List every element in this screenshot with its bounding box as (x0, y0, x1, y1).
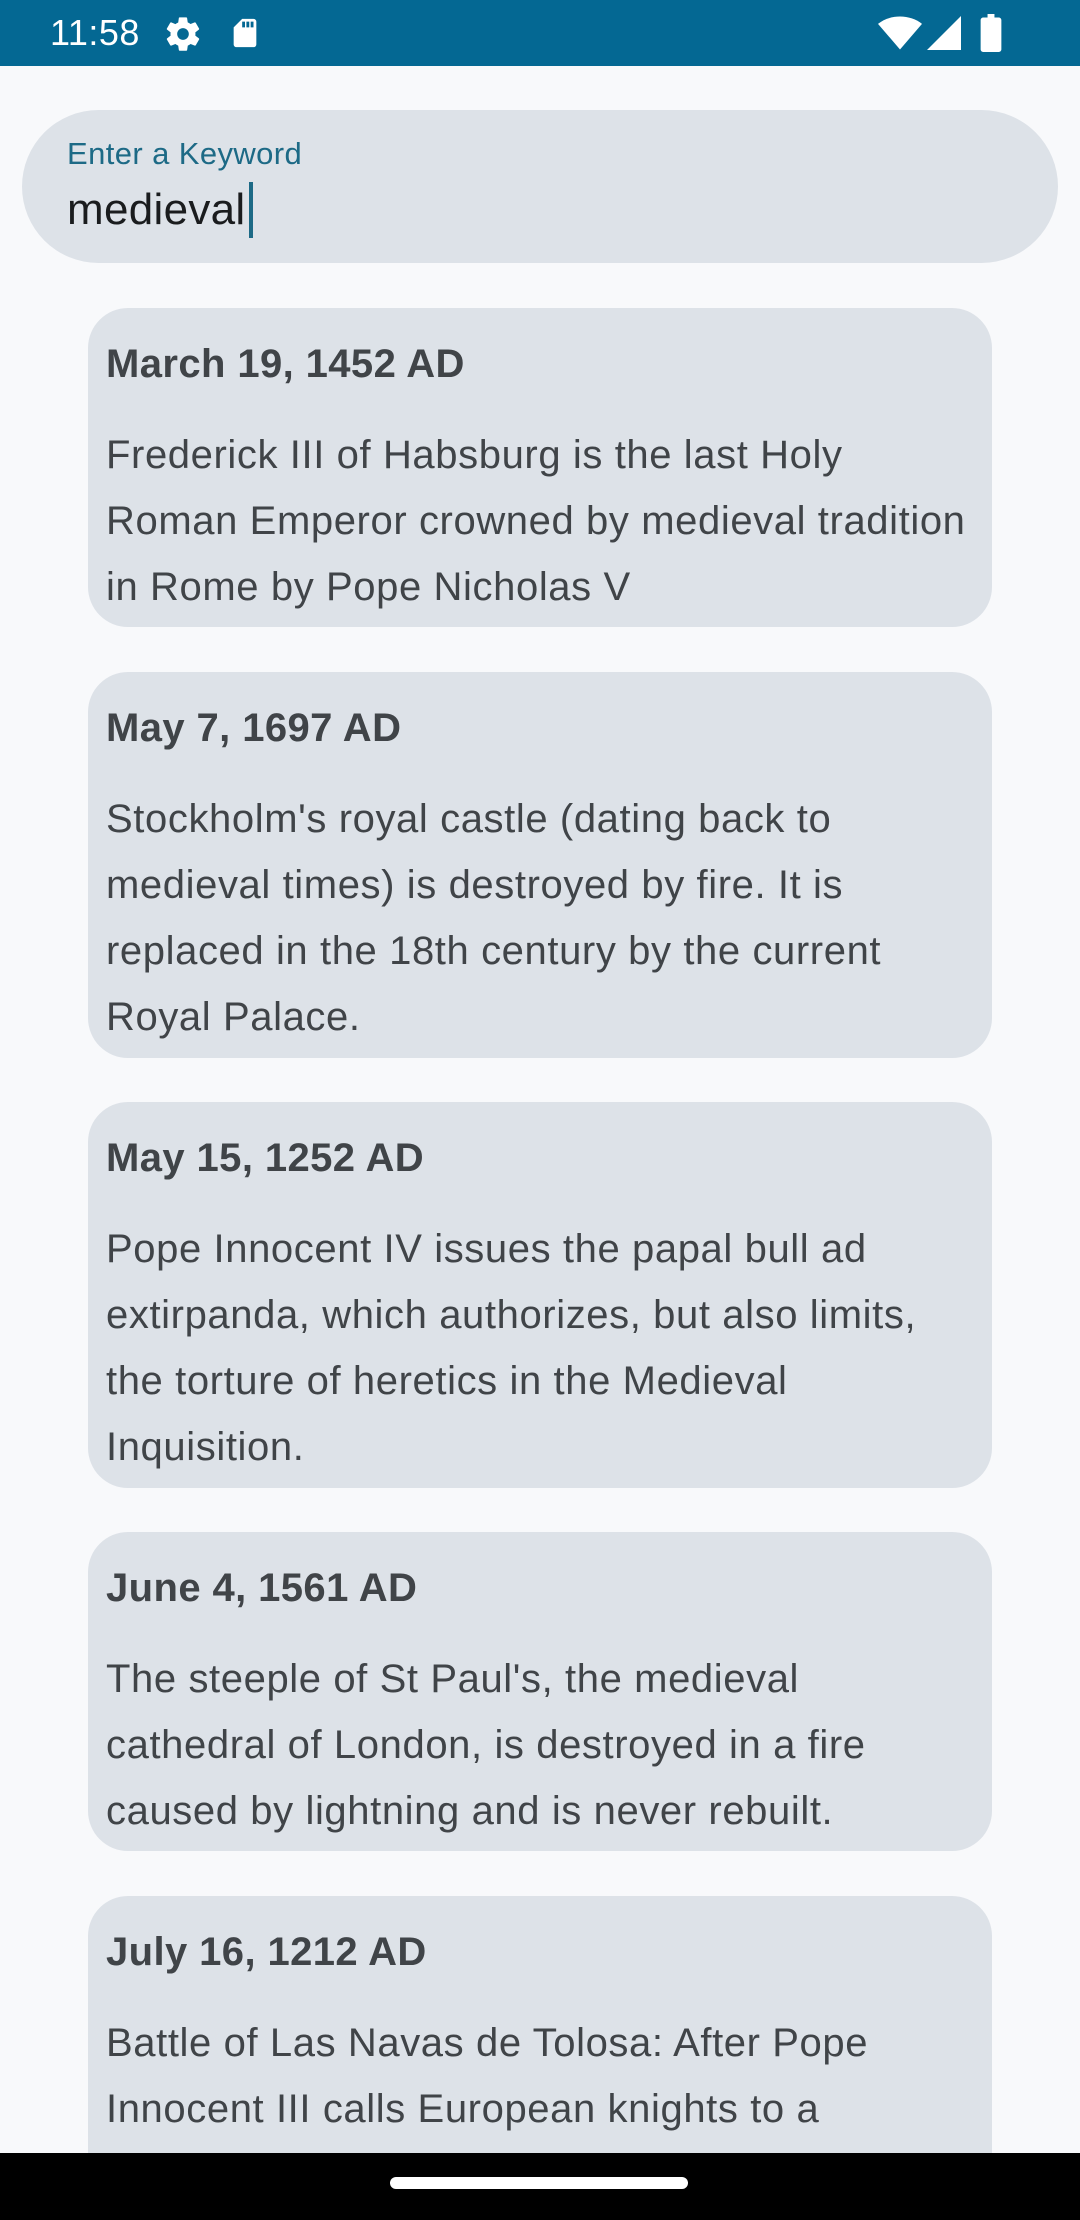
event-card[interactable]: May 7, 1697 AD Stockholm's royal castle … (88, 672, 992, 1058)
event-date: March 19, 1452 AD (106, 342, 465, 386)
event-description: The steeple of St Paul's, the medieval c… (106, 1657, 866, 1833)
search-input-label: Enter a Keyword (67, 136, 303, 171)
event-description: Frederick III of Habsburg is the last Ho… (106, 433, 966, 609)
event-card[interactable]: June 4, 1561 AD The steeple of St Paul's… (88, 1532, 992, 1851)
event-description: Battle of Las Navas de Tolosa: After Pop… (106, 2021, 869, 2131)
event-description: Pope Innocent IV issues the papal bull a… (106, 1227, 917, 1469)
event-date: June 4, 1561 AD (106, 1566, 418, 1610)
sd-card-icon (233, 18, 257, 48)
text-cursor (248, 182, 253, 238)
battery-icon (980, 14, 1002, 52)
event-card[interactable]: March 19, 1452 AD Frederick III of Habsb… (88, 308, 992, 627)
search-input-value[interactable]: medieval (67, 182, 253, 238)
home-gesture-handle[interactable] (390, 2177, 688, 2189)
search-input[interactable]: Enter a Keyword medieval (22, 110, 1058, 263)
status-bar: 11:58 (0, 0, 1080, 66)
event-card[interactable]: May 15, 1252 AD Pope Innocent IV issues … (88, 1102, 992, 1488)
event-description: Stockholm's royal castle (dating back to… (106, 797, 882, 1039)
event-date: May 7, 1697 AD (106, 706, 402, 750)
navigation-bar (0, 2153, 1080, 2220)
gear-icon (166, 17, 200, 51)
search-input-text: medieval (67, 185, 246, 234)
event-date: July 16, 1212 AD (106, 1930, 427, 1974)
signal-icon (927, 16, 961, 50)
event-date: May 15, 1252 AD (106, 1136, 425, 1180)
status-time: 11:58 (50, 12, 140, 53)
wifi-icon (878, 16, 922, 50)
